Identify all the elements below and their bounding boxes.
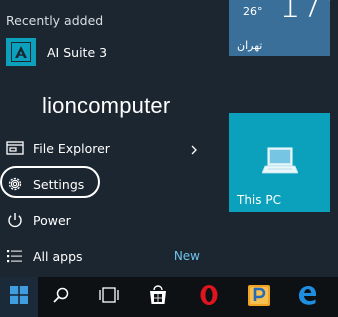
task-view-icon <box>98 287 120 307</box>
computer-icon <box>261 146 299 180</box>
search-icon <box>52 286 70 308</box>
all-apps-item[interactable]: All apps New <box>0 239 222 273</box>
weather-large-temp: 17° <box>279 0 330 26</box>
start-menu: Recently added AI Suite 3 lioncomputer F… <box>0 0 338 277</box>
new-badge: New <box>173 249 200 263</box>
taskbar <box>0 277 338 317</box>
task-view-button[interactable] <box>88 277 130 317</box>
app-icon <box>247 283 271 311</box>
opera-button[interactable] <box>188 277 230 317</box>
app-label: AI Suite 3 <box>47 44 108 60</box>
edge-icon <box>296 284 318 310</box>
weather-small-temp: 26° <box>243 5 263 18</box>
start-menu-left-pane: Recently added AI Suite 3 lioncomputer F… <box>0 0 222 277</box>
ai-suite-icon <box>6 38 36 66</box>
pinned-app-button[interactable] <box>238 277 280 317</box>
start-button[interactable] <box>0 277 38 317</box>
windows-logo-icon <box>9 285 29 309</box>
watermark-text: lioncomputer <box>42 93 171 118</box>
gear-icon <box>5 174 25 194</box>
search-button[interactable] <box>40 277 82 317</box>
power-icon <box>5 210 25 230</box>
store-button[interactable] <box>137 277 179 317</box>
chevron-right-icon[interactable] <box>190 143 198 158</box>
settings-label: Settings <box>33 176 85 192</box>
edge-button[interactable] <box>286 277 328 317</box>
this-pc-label: This PC <box>237 193 281 207</box>
weather-tile[interactable]: 26° 17° تهران <box>229 0 330 56</box>
settings-item[interactable]: Settings <box>0 167 222 201</box>
file-explorer-icon <box>5 138 25 158</box>
store-icon <box>148 285 168 309</box>
opera-icon <box>199 284 219 310</box>
recently-added-heading: Recently added <box>6 13 104 28</box>
all-apps-icon <box>5 246 25 266</box>
recent-app-ai-suite[interactable]: AI Suite 3 <box>6 37 107 67</box>
this-pc-tile[interactable]: This PC <box>229 113 330 212</box>
power-label: Power <box>33 212 71 228</box>
file-explorer-item[interactable]: File Explorer <box>0 131 222 165</box>
power-item[interactable]: Power <box>0 203 222 237</box>
weather-city: تهران <box>237 39 263 52</box>
